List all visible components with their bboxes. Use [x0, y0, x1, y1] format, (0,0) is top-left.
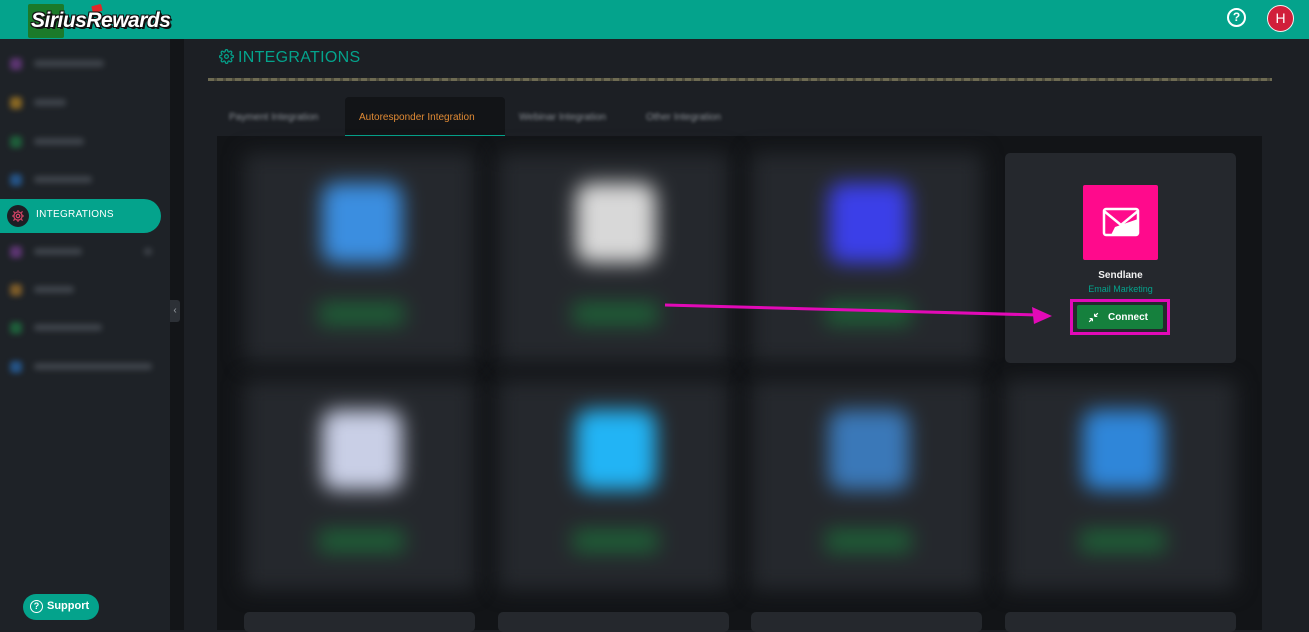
integration-name: Sendlane — [1098, 270, 1143, 281]
tab-label: Payment Integration — [229, 112, 319, 123]
tab-label: Other Integration — [646, 112, 722, 123]
tab-other-integration[interactable]: Other Integration — [646, 97, 746, 136]
top-bar: SiriusRewards ? H — [0, 0, 1309, 39]
annotation-arrow — [664, 303, 1052, 324]
integration-card-blurred — [244, 380, 475, 590]
integration-card-blurred — [498, 380, 729, 590]
sidebar-item-9[interactable] — [6, 353, 156, 381]
integration-card-blurred — [751, 380, 982, 590]
title-divider — [208, 78, 1272, 81]
sidebar-item-label: INTEGRATIONS — [36, 209, 114, 220]
sidebar-item-1[interactable] — [6, 50, 156, 78]
tab-label: Webinar Integration — [519, 112, 607, 123]
chevron-left-icon[interactable]: ‹ — [170, 300, 180, 322]
sidebar-item-2[interactable] — [6, 89, 156, 117]
sidebar-item-4[interactable] — [6, 166, 156, 194]
gear-icon — [219, 49, 234, 64]
tab-autoresponder-integration[interactable]: Autoresponder Integration — [345, 97, 505, 136]
support-button[interactable]: ? Support — [23, 594, 99, 620]
sidebar-divider — [170, 39, 184, 630]
connect-button[interactable]: Connect — [1077, 305, 1163, 329]
logo-text: SiriusRewards — [31, 9, 171, 32]
sidebar-item-integrations[interactable]: INTEGRATIONS — [0, 199, 161, 233]
integration-card — [751, 612, 982, 632]
user-avatar[interactable]: H — [1267, 5, 1294, 32]
arrows-collapse-icon — [1088, 312, 1099, 323]
help-icon[interactable]: ? — [1227, 8, 1246, 27]
tab-webinar-integration[interactable]: Webinar Integration — [519, 97, 629, 136]
sendlane-envelope-icon — [1083, 185, 1158, 260]
app-logo[interactable]: SiriusRewards — [28, 3, 173, 38]
integration-card-blurred — [244, 153, 475, 363]
sidebar-item-7[interactable] — [6, 276, 156, 304]
integration-card — [498, 612, 729, 632]
sidebar-item-6[interactable] — [6, 238, 156, 266]
tab-payment-integration[interactable]: Payment Integration — [229, 97, 339, 136]
connect-label: Connect — [1108, 312, 1148, 323]
question-circle-icon: ? — [30, 600, 43, 613]
sidebar-item-3[interactable] — [6, 128, 156, 156]
integration-card — [1005, 612, 1236, 632]
integration-category: Email Marketing — [1088, 284, 1153, 294]
integration-card — [244, 612, 475, 632]
page-title-text: INTEGRATIONS — [238, 49, 361, 66]
sidebar-item-8[interactable] — [6, 314, 156, 342]
tab-label: Autoresponder Integration — [359, 112, 475, 123]
gear-icon — [7, 205, 29, 227]
integration-card-blurred — [1005, 380, 1236, 590]
support-label: Support — [47, 600, 90, 612]
